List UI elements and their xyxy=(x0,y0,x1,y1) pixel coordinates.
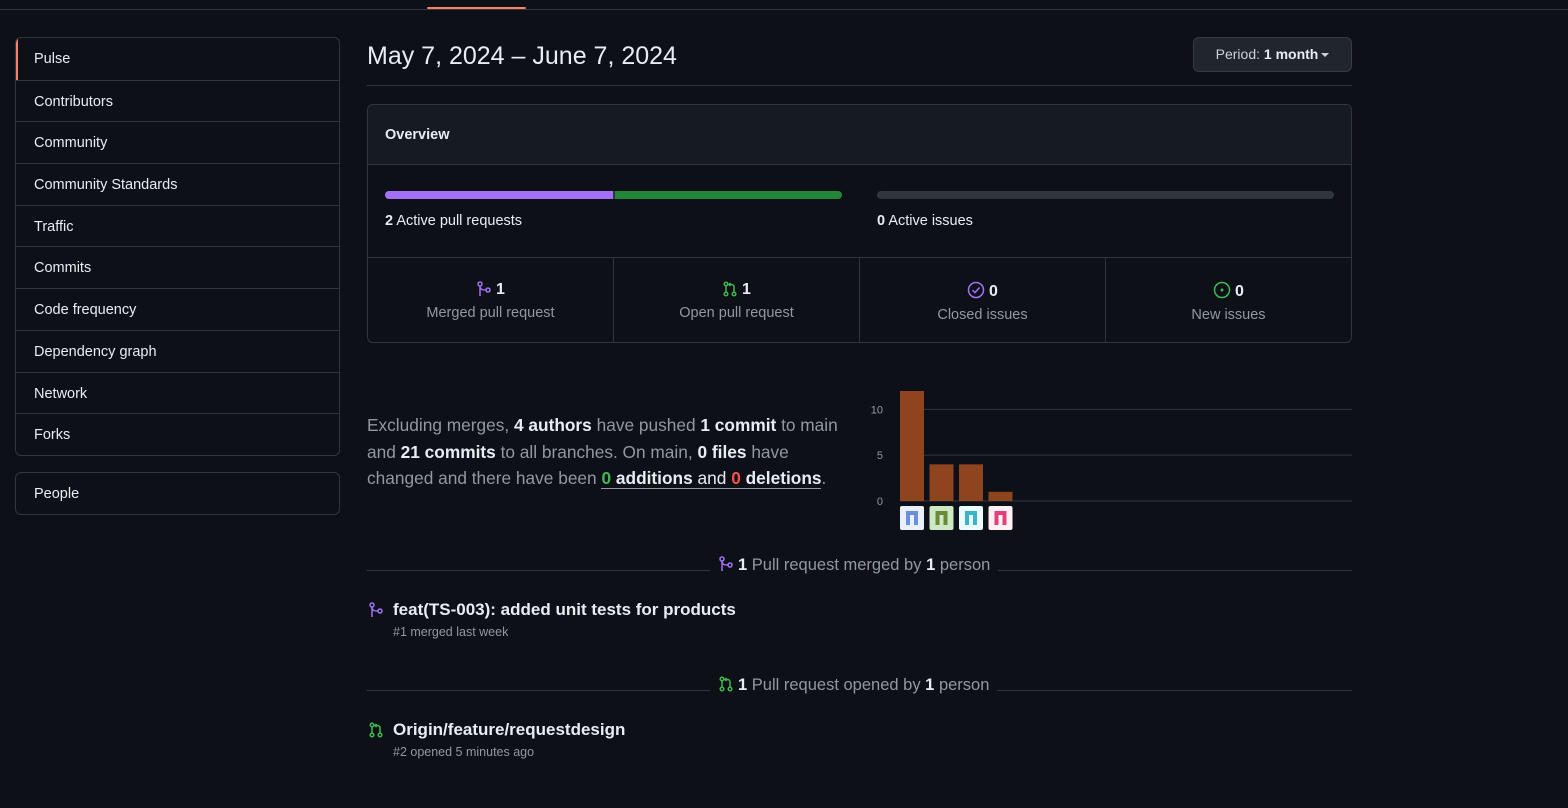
new-count: 0 xyxy=(1235,283,1244,300)
merged-label: Merged pull request xyxy=(426,305,555,321)
files-changed-count: 0 files xyxy=(697,441,747,462)
new-issues-stat[interactable]: 0 New issues xyxy=(1105,258,1351,342)
period-value: 1 month xyxy=(1263,46,1319,62)
summary-text: and xyxy=(697,468,727,488)
page-title: May 7, 2024 – June 7, 2024 xyxy=(367,42,677,70)
opened-section-heading: 1 Pull request opened by 1 person xyxy=(710,676,998,695)
deletions-count: 0 xyxy=(731,468,741,488)
sidebar-item-contributors[interactable]: Contributors xyxy=(16,79,339,122)
commits-all-count: 21 commits xyxy=(400,441,496,462)
author-avatar[interactable] xyxy=(900,506,924,530)
opened-section-text: person xyxy=(938,676,990,694)
y-tick-label: 5 xyxy=(877,450,883,462)
period-select-button[interactable]: Period: 1 month xyxy=(1193,37,1352,72)
caret-down-icon xyxy=(1321,53,1330,58)
merged-pr-meta: #1 merged last week xyxy=(393,625,509,639)
divider xyxy=(367,85,1352,86)
new-label: New issues xyxy=(1191,307,1266,323)
merged-section-people: 1 xyxy=(926,556,936,574)
additions-count: 0 xyxy=(601,468,612,488)
merged-pull-requests-stat[interactable]: 1 Merged pull request xyxy=(368,258,613,342)
sidebar-item-commits[interactable]: Commits xyxy=(16,246,339,288)
overview-title: Overview xyxy=(368,105,1351,165)
sidebar-item-network[interactable]: Network xyxy=(16,371,339,414)
opened-pr-title-link[interactable]: Origin/feature/requestdesign xyxy=(393,720,625,740)
insights-sidebar: Pulse Contributors Community Community S… xyxy=(15,37,340,456)
commit-summary: Excluding merges, 4 authors have pushed … xyxy=(367,412,859,492)
author-avatar[interactable] xyxy=(959,506,983,530)
opened-section-count: 1 xyxy=(738,676,748,694)
open-pull-requests-stat[interactable]: 1 Open pull request xyxy=(613,258,859,342)
closed-count: 0 xyxy=(989,283,998,300)
overview-panel: Overview 2 Active pull requests 0 Active… xyxy=(367,104,1352,343)
y-tick-label: 10 xyxy=(871,404,883,416)
sidebar-item-community-standards[interactable]: Community Standards xyxy=(16,163,339,205)
summary-text: . xyxy=(821,468,827,488)
commits-by-author-chart: 0 5 10 xyxy=(871,391,1352,530)
merged-section-text: Pull request merged by xyxy=(751,556,922,574)
additions-label: additions xyxy=(615,468,693,488)
open-label: Open pull request xyxy=(679,305,794,321)
open-count: 1 xyxy=(742,281,751,298)
period-prefix: Period: xyxy=(1215,46,1260,62)
summary-text: Excluding merges, xyxy=(367,415,510,435)
merged-pr-title-link[interactable]: feat(TS-003): added unit tests for produ… xyxy=(393,600,736,620)
issue-closed-icon xyxy=(967,281,985,299)
sidebar-item-people[interactable]: People xyxy=(16,473,339,514)
closed-label: Closed issues xyxy=(937,307,1028,323)
pull-request-progress-bar[interactable] xyxy=(385,191,842,199)
git-merge-icon xyxy=(477,281,491,296)
sidebar-item-community[interactable]: Community xyxy=(16,121,339,163)
active-tab-underline xyxy=(427,7,526,9)
merged-segment xyxy=(385,191,613,199)
git-pull-request-icon xyxy=(369,722,383,738)
overview-stats: 1 Merged pull request 1 Open pull reques… xyxy=(368,258,1351,342)
commit-bar[interactable] xyxy=(929,464,954,501)
open-segment xyxy=(614,191,842,199)
additions-deletions-link[interactable]: 0 additions and 0 deletions xyxy=(601,468,822,489)
git-pull-request-icon xyxy=(719,676,733,692)
merged-count: 1 xyxy=(496,281,505,298)
git-pull-request-icon xyxy=(723,281,737,297)
author-avatar[interactable] xyxy=(929,506,954,530)
authors-count: 4 authors xyxy=(513,415,592,435)
y-tick-label: 0 xyxy=(877,496,883,508)
top-nav-bar xyxy=(0,0,1568,10)
active-issues-count: 0 xyxy=(877,213,886,229)
merged-section-heading: 1 Pull request merged by 1 person xyxy=(710,556,999,575)
opened-section-people: 1 xyxy=(925,676,935,694)
commit-bar[interactable] xyxy=(959,464,983,501)
commit-bar[interactable] xyxy=(988,491,1013,501)
sidebar-item-forks[interactable]: Forks xyxy=(16,413,339,455)
deletions-label: deletions xyxy=(745,468,822,488)
active-issues-label: Active issues xyxy=(888,213,973,229)
sidebar-item-traffic[interactable]: Traffic xyxy=(16,204,339,247)
activity-bars: 2 Active pull requests 0 Active issues xyxy=(368,165,1351,258)
merged-section-count: 1 xyxy=(738,556,748,574)
sidebar-item-dependency-graph[interactable]: Dependency graph xyxy=(16,329,339,372)
git-merge-icon xyxy=(369,602,383,617)
commits-main-count: 1 commit xyxy=(700,415,777,435)
active-pr-label: Active pull requests xyxy=(396,213,523,229)
summary-text: to all branches. On main, xyxy=(500,441,693,462)
sidebar-item-code-frequency[interactable]: Code frequency xyxy=(16,288,339,330)
opened-pr-meta: #2 opened 5 minutes ago xyxy=(393,745,535,759)
git-merge-icon xyxy=(719,556,733,571)
active-issues-link[interactable]: 0 Active issues xyxy=(877,213,973,229)
merged-section-text: person xyxy=(939,556,991,574)
active-pr-count: 2 xyxy=(385,213,394,229)
sidebar-item-pulse[interactable]: Pulse xyxy=(16,38,339,80)
issue-opened-icon xyxy=(1213,281,1231,299)
issues-progress-bar[interactable] xyxy=(877,191,1334,199)
people-sidebar: People xyxy=(15,472,340,515)
author-avatar[interactable] xyxy=(988,506,1013,530)
summary-text: have pushed xyxy=(596,415,696,435)
active-pull-requests-link[interactable]: 2 Active pull requests xyxy=(385,213,522,229)
opened-section-text: Pull request opened by xyxy=(751,676,921,694)
commit-bar[interactable] xyxy=(900,391,924,501)
closed-issues-stat[interactable]: 0 Closed issues xyxy=(859,258,1105,342)
